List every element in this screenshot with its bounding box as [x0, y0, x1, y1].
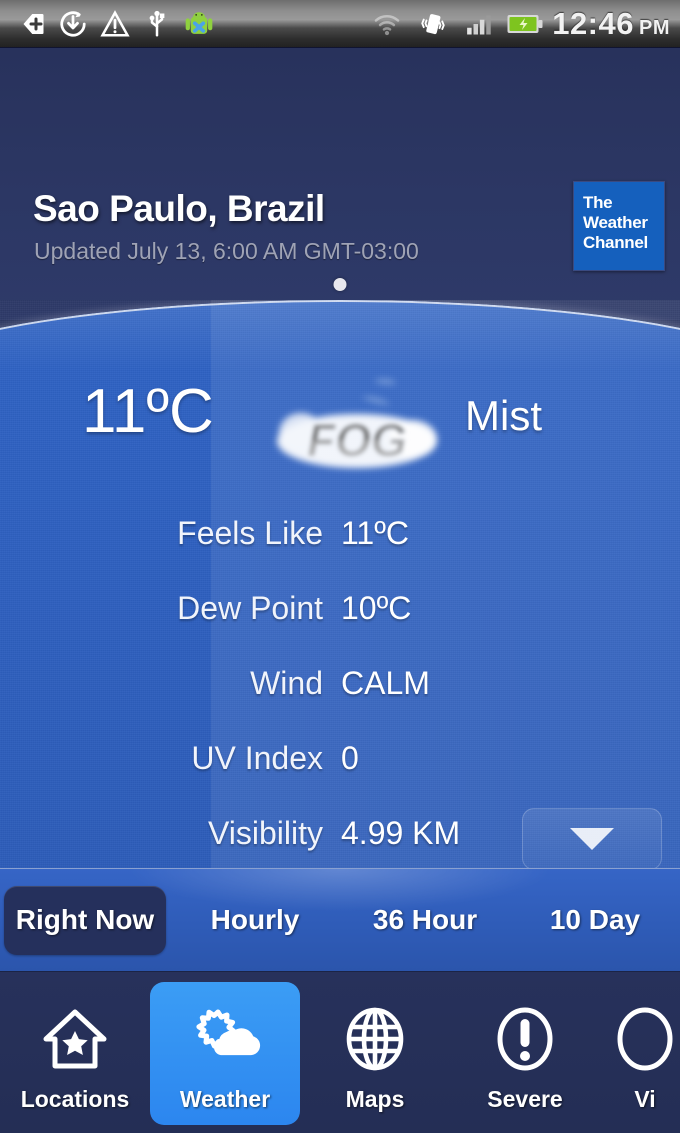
chevron-down-icon [570, 828, 614, 850]
globe-icon [338, 994, 412, 1086]
nav-label: Maps [345, 1086, 405, 1112]
tab-right-now[interactable]: Right Now [0, 869, 170, 972]
sun-cloud-icon [188, 994, 262, 1086]
tab-36-hour[interactable]: 36 Hour [340, 869, 510, 972]
tab-label: 36 Hour [372, 904, 478, 935]
detail-value: 0 [341, 740, 359, 776]
vibrate-icon [414, 5, 452, 43]
home-star-icon [38, 994, 112, 1086]
page-indicator-dot[interactable] [333, 278, 347, 291]
fog-icon: FOG [265, 363, 450, 483]
signal-bars-icon [460, 5, 498, 43]
nav-item-video[interactable]: Vi [600, 982, 680, 1125]
current-temperature: 11ºC [82, 377, 214, 446]
weather-channel-logo[interactable]: The Weather Channel [573, 181, 665, 271]
status-bar-notification-icons [0, 5, 218, 43]
detail-label: Feels Like [177, 515, 323, 551]
tab-label: Right Now [15, 904, 155, 935]
weather-app-screen: 12:46 PM Sao Paulo, Brazil Updated July 1… [0, 0, 680, 1133]
bottom-navigation-bar: Locations Weather Maps Severe Vi [0, 971, 680, 1133]
status-bar-system-icons: 12:46 PM [368, 5, 680, 43]
nav-item-severe[interactable]: Severe [450, 982, 600, 1125]
detail-label: Dew Point [177, 590, 323, 626]
detail-value: 11ºC [341, 515, 410, 551]
city-title: Sao Paulo, Brazil [33, 188, 325, 229]
nav-item-weather[interactable]: Weather [150, 982, 300, 1125]
detail-label: Visibility [208, 815, 323, 851]
expand-details-button[interactable] [522, 808, 662, 868]
tag-plus-icon [12, 5, 50, 43]
current-condition-text: Mist [465, 392, 542, 439]
nav-label: Severe [487, 1086, 563, 1112]
updated-timestamp: Updated July 13, 6:00 AM GMT-03:00 [34, 238, 419, 264]
location-header: Sao Paulo, Brazil Updated July 13, 6:00 … [0, 48, 680, 320]
android-status-bar: 12:46 PM [0, 0, 680, 48]
detail-value: 10ºC [341, 590, 412, 626]
clock-time: 12:46 [552, 5, 634, 41]
detail-value: CALM [341, 665, 430, 701]
nav-label: Locations [20, 1086, 130, 1112]
detail-label: Wind [250, 665, 323, 701]
android-robot-icon [180, 5, 218, 43]
tab-label: 10 Day [549, 904, 641, 935]
logo-line-1: The [583, 193, 613, 212]
current-conditions-panel: 11ºC FOG Mist Feels Like 11ºC Dew Point … [0, 300, 680, 868]
detail-row: Wind CALM [0, 646, 680, 721]
current-conditions-row: 11ºC FOG Mist [0, 368, 680, 478]
tab-label: Hourly [210, 904, 300, 935]
wifi-icon [368, 5, 406, 43]
tab-hourly[interactable]: Hourly [170, 869, 340, 972]
nav-item-maps[interactable]: Maps [300, 982, 450, 1125]
logo-line-3: Channel [583, 233, 648, 252]
alert-exclamation-icon [488, 994, 562, 1086]
detail-row: Feels Like 11ºC [0, 496, 680, 571]
video-icon [608, 994, 680, 1086]
sync-download-icon [54, 5, 92, 43]
nav-label: Vi [634, 1086, 656, 1112]
clock-meridiem: PM [639, 16, 670, 39]
usb-icon [138, 5, 176, 43]
forecast-tab-strip: Right Now Hourly 36 Hour 10 Day [0, 868, 680, 971]
tab-10-day[interactable]: 10 Day [510, 869, 680, 972]
detail-row: UV Index 0 [0, 721, 680, 796]
fog-icon-letters: FOG [307, 414, 407, 466]
logo-line-2: Weather [583, 213, 648, 232]
detail-row: Dew Point 10ºC [0, 571, 680, 646]
battery-charging-icon [506, 5, 544, 43]
nav-item-locations[interactable]: Locations [0, 982, 150, 1125]
status-bar-clock: 12:46 PM [552, 6, 670, 42]
warning-triangle-icon [96, 5, 134, 43]
nav-label: Weather [179, 1086, 271, 1112]
detail-label: UV Index [191, 740, 323, 776]
